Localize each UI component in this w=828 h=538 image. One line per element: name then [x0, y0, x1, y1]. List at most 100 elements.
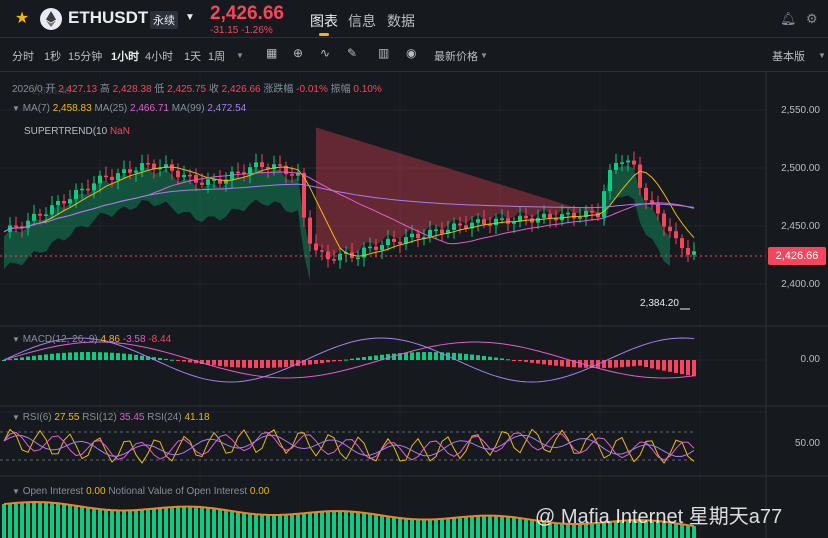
macd-histogram-bar — [686, 360, 690, 376]
oi-bar — [470, 516, 474, 538]
indicator-icon[interactable]: ∿ — [320, 46, 330, 60]
supertrend-value: NaN — [109, 126, 130, 137]
candle-body — [254, 162, 258, 168]
candle-body — [572, 212, 576, 219]
macd-histogram-bar — [314, 360, 318, 364]
top-bar: ★ ETHUSDT 永续 ▼ 2,426.66 -31.15 -1.26% 图表… — [0, 0, 828, 38]
candle-body — [590, 210, 594, 213]
view-mode-dropdown-icon[interactable]: ▼ — [818, 51, 826, 60]
macd-histogram-bar — [506, 359, 510, 361]
macd-histogram-bar — [566, 360, 570, 367]
ohlc-chg: -0.01% — [296, 84, 328, 95]
oi-bar — [290, 514, 294, 538]
macd-histogram-bar — [122, 353, 126, 360]
price-change: -31.15 -1.26% — [210, 25, 273, 36]
candle-body — [128, 169, 132, 173]
oi-bar — [254, 514, 258, 538]
oi-bar — [32, 502, 36, 538]
price-axis-label: 2,400.00 — [781, 279, 820, 290]
candle-body — [32, 213, 36, 221]
oi-bar — [128, 510, 132, 538]
star-icon[interactable]: ★ — [12, 9, 32, 29]
candle-body — [578, 217, 582, 219]
oi-bar — [80, 506, 84, 538]
timeframe-1w[interactable]: 1周 — [208, 48, 225, 64]
settings-icon[interactable]: ⚙ — [806, 11, 818, 27]
oi-bar — [338, 511, 342, 538]
candle-body — [380, 245, 384, 250]
rsi-legend: ▼ RSI(6) 27.55 RSI(12) 35.45 RSI(24) 41.… — [12, 412, 210, 423]
macd-histogram-bar — [338, 360, 342, 361]
macd-histogram-bar — [362, 357, 366, 360]
oi-bar — [416, 519, 420, 538]
timeframe-15m[interactable]: 15分钟 — [68, 48, 102, 64]
candle-body — [494, 218, 498, 226]
replay-icon[interactable]: ◉ — [406, 46, 416, 60]
oi-bar — [404, 518, 408, 538]
tab-data[interactable]: 数据 — [387, 11, 415, 31]
macd-histogram-bar — [554, 360, 558, 366]
timeframe-line[interactable]: 分时 — [12, 48, 34, 64]
bell-icon[interactable]: 🔔︎ — [780, 11, 797, 27]
oi-bar — [308, 512, 312, 538]
collapse-icon[interactable]: ▼ — [12, 104, 20, 113]
kline-chart[interactable] — [0, 72, 828, 538]
candle-body — [638, 164, 642, 188]
tab-info[interactable]: 信息 — [348, 11, 376, 31]
macd-histogram-bar — [482, 355, 486, 360]
chevron-down-icon[interactable]: ▼ — [185, 12, 195, 23]
supertrend-down-band — [316, 127, 598, 256]
price-type-dropdown-icon[interactable]: ▼ — [480, 51, 488, 60]
calendar-icon[interactable]: ▦ — [266, 46, 277, 60]
collapse-icon[interactable]: ▼ — [12, 335, 20, 344]
candle-body — [68, 199, 72, 204]
macd-histogram-bar — [470, 354, 474, 360]
macd-histogram-bar — [26, 356, 30, 360]
macd-histogram-bar — [230, 360, 234, 368]
macd-histogram-bar — [20, 357, 24, 360]
macd-histogram-bar — [164, 358, 168, 360]
oi-bar — [146, 509, 150, 538]
candle-body — [122, 169, 126, 174]
timeframe-1s[interactable]: 1秒 — [44, 48, 61, 64]
price-type-select[interactable]: 最新价格 — [434, 48, 478, 64]
timeframe-1d[interactable]: 1天 — [184, 48, 201, 64]
macd-histogram-bar — [218, 360, 222, 367]
collapse-icon[interactable]: ▼ — [12, 487, 20, 496]
timeframe-1h[interactable]: 1小时 — [111, 48, 139, 64]
macd-histogram-bar — [662, 360, 666, 371]
macd-histogram-bar — [410, 352, 414, 360]
candle-body — [680, 238, 684, 249]
candle-body — [620, 162, 624, 164]
macd-histogram-bar — [536, 360, 540, 364]
candle-body — [86, 188, 90, 191]
oi-bar — [14, 502, 18, 538]
timeframe-dropdown-icon[interactable]: ▼ — [236, 51, 244, 60]
tab-chart[interactable]: 图表 — [310, 11, 338, 31]
macd-histogram-bar — [2, 360, 6, 361]
oi-bar — [506, 516, 510, 538]
drawing-tools-icon[interactable]: ✎ — [347, 46, 357, 60]
last-price: 2,426.66 — [210, 3, 284, 24]
oi-bar — [200, 507, 204, 538]
macd-histogram-bar — [140, 355, 144, 360]
candle-body — [38, 213, 42, 216]
macd-histogram-bar — [182, 360, 186, 362]
candle-body — [92, 183, 96, 191]
add-indicator-icon[interactable]: ⊕ — [293, 46, 303, 60]
oi-bar — [134, 510, 138, 538]
oi-bar — [488, 515, 492, 538]
oi-bar — [260, 514, 264, 538]
symbol-title[interactable]: ETHUSDT — [68, 8, 148, 28]
ohlc-close-label: 收 — [208, 84, 219, 95]
view-mode-select[interactable]: 基本版 — [772, 48, 805, 64]
candle-body — [290, 174, 294, 176]
collapse-icon[interactable]: ▼ — [12, 413, 20, 422]
layout-icon[interactable]: ▥ — [378, 46, 389, 60]
oi-bar — [8, 503, 12, 538]
chart-area[interactable] — [0, 72, 828, 538]
timeframe-4h[interactable]: 4小时 — [145, 48, 173, 64]
candle-body — [320, 250, 324, 252]
ma25-label: MA(25) — [94, 103, 128, 114]
macd-histogram-bar — [614, 360, 618, 368]
